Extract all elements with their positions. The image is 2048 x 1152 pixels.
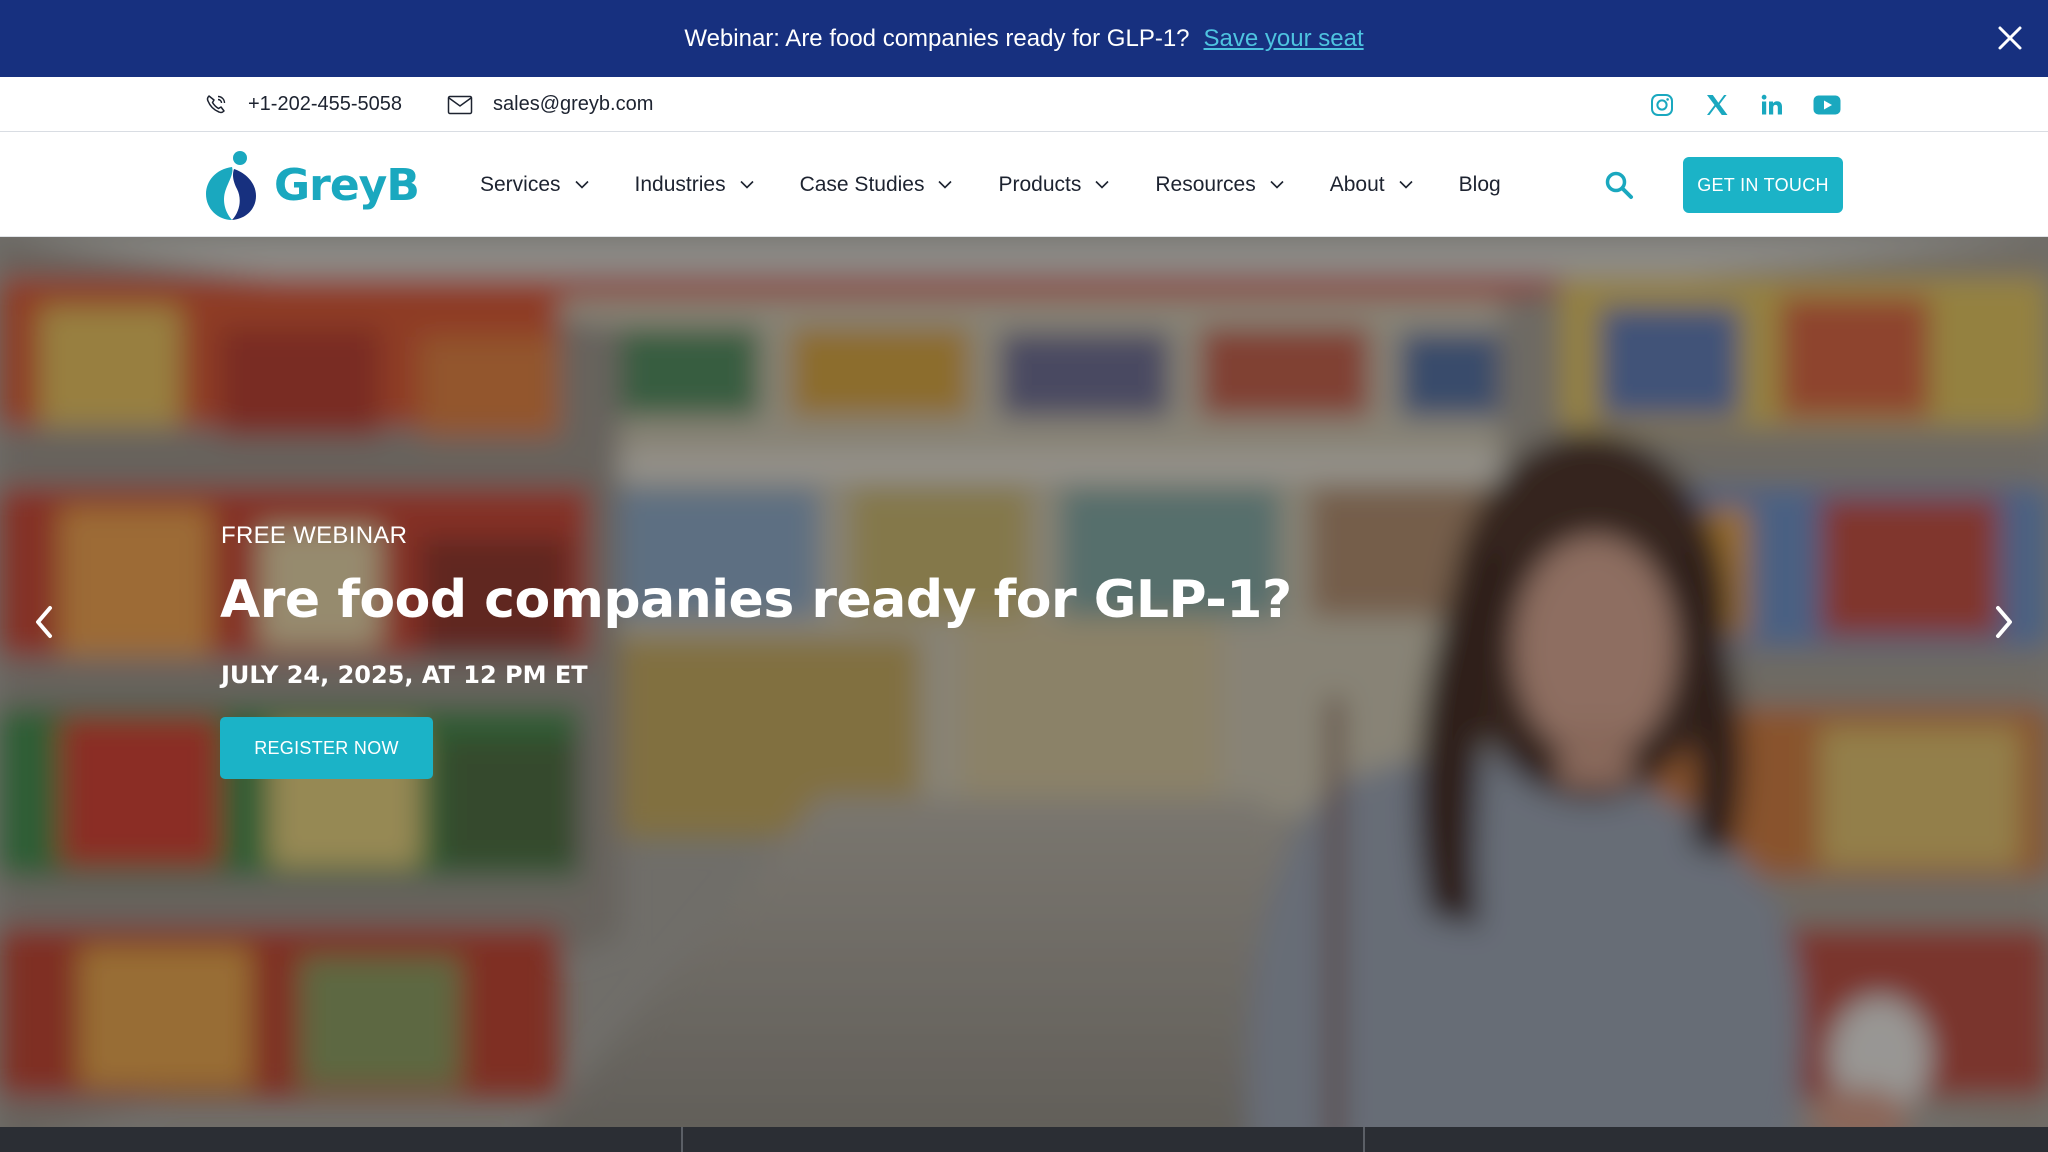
nav-item-label: Industries — [634, 172, 726, 196]
social-links — [1648, 77, 1841, 132]
email-contact[interactable]: sales@greyb.com — [447, 77, 653, 132]
logo-wordmark: GreyB — [274, 159, 420, 211]
nav-menu: Services Industries Case Studies Product… — [480, 132, 1501, 237]
instagram-icon[interactable] — [1648, 91, 1676, 119]
carousel-next-button[interactable] — [1984, 597, 2024, 647]
x-icon[interactable] — [1703, 91, 1731, 119]
nav-item-resources[interactable]: Resources — [1155, 172, 1284, 197]
announcement-bar: Webinar: Are food companies ready for GL… — [0, 0, 2048, 77]
chevron-right-icon — [1996, 606, 2012, 638]
mail-icon — [447, 95, 473, 114]
phone-number: +1-202-455-5058 — [248, 93, 403, 115]
phone-contact[interactable]: +1-202-455-5058 — [204, 77, 402, 132]
chevron-down-icon — [740, 180, 754, 189]
chevron-down-icon — [574, 180, 589, 189]
logo-mark-icon — [206, 151, 256, 220]
nav-item-label: Products — [998, 172, 1082, 196]
announcement-text: Webinar: Are food companies ready for GL… — [684, 24, 1190, 52]
nav-item-industries[interactable]: Industries — [635, 173, 754, 197]
nav-item-label: Case Studies — [799, 172, 925, 196]
tab-divider — [681, 1127, 683, 1152]
hero-headline: Are food companies ready for GLP-1? — [220, 570, 1292, 630]
nav-item-products[interactable]: Products — [998, 173, 1109, 197]
main-navigation: GreyB Services Industries Case Studies P… — [0, 132, 2048, 237]
chevron-left-icon — [36, 606, 52, 638]
email-address: sales@greyb.com — [493, 93, 654, 115]
carousel-prev-button[interactable] — [24, 597, 64, 647]
chevron-down-icon — [1095, 180, 1109, 189]
get-in-touch-button[interactable]: GET IN TOUCH — [1683, 157, 1843, 213]
nav-item-services[interactable]: Services — [480, 173, 589, 197]
greyb-logo[interactable]: GreyB — [204, 149, 420, 221]
chevron-down-icon — [1270, 180, 1284, 189]
nav-item-label: Services — [480, 172, 561, 196]
chevron-down-icon — [1399, 180, 1413, 189]
nav-item-case-studies[interactable]: Case Studies — [800, 173, 953, 197]
hero-date: JULY 24, 2025, AT 12 PM ET — [221, 661, 588, 689]
youtube-icon[interactable] — [1813, 91, 1841, 119]
tab-divider — [1363, 1127, 1365, 1152]
contact-bar: +1-202-455-5058 sales@greyb.com — [0, 77, 2048, 132]
nav-item-label: Blog — [1458, 172, 1501, 196]
nav-item-about[interactable]: About — [1330, 173, 1413, 197]
carousel-tab-strip — [0, 1127, 2048, 1152]
hero-banner: FREE WEBINAR Are food companies ready fo… — [0, 237, 2048, 1152]
search-icon[interactable] — [1604, 170, 1634, 200]
save-seat-link[interactable]: Save your seat — [1204, 25, 1364, 53]
chevron-down-icon — [938, 180, 953, 189]
hero-overlay — [0, 237, 2048, 1152]
nav-item-label: About — [1329, 172, 1385, 196]
linkedin-icon[interactable] — [1758, 91, 1786, 119]
phone-icon — [206, 94, 226, 113]
nav-item-blog[interactable]: Blog — [1459, 173, 1501, 197]
hero-eyebrow: FREE WEBINAR — [221, 522, 408, 549]
register-now-button[interactable]: REGISTER NOW — [220, 717, 433, 779]
close-icon[interactable] — [1994, 22, 2026, 54]
nav-item-label: Resources — [1155, 172, 1256, 196]
